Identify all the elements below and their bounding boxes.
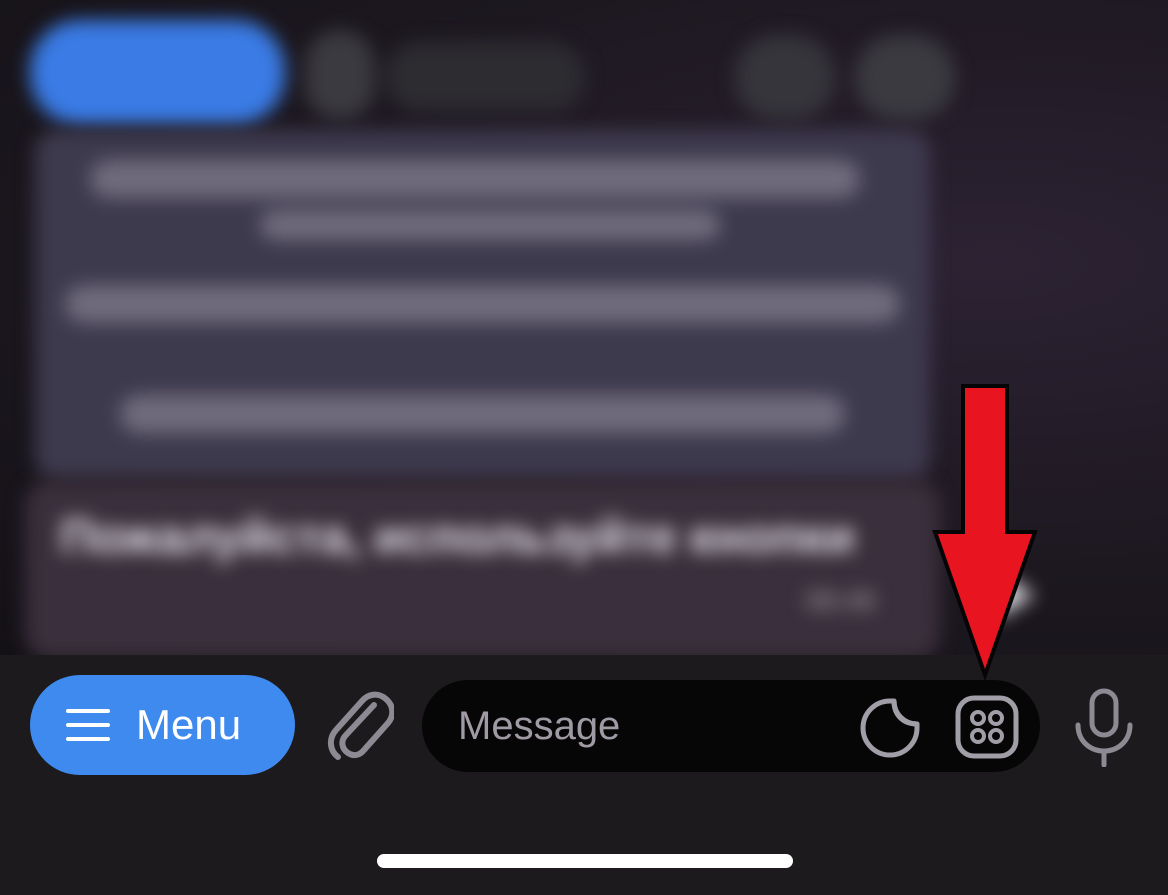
hamburger-icon <box>66 707 112 743</box>
microphone-icon[interactable] <box>1070 687 1138 767</box>
message-time: 08:48 <box>805 585 876 616</box>
inline-keyboard-button[interactable] <box>855 35 955 120</box>
paperclip-icon[interactable] <box>322 683 394 763</box>
home-indicator <box>377 854 793 868</box>
inline-keyboard-button[interactable] <box>385 42 585 112</box>
menu-button[interactable]: Menu <box>30 675 295 775</box>
message-field <box>422 680 1040 772</box>
inline-keyboard-button[interactable] <box>305 30 375 120</box>
inline-keyboard-row <box>25 20 955 125</box>
bot-keyboard-icon[interactable] <box>954 694 1020 760</box>
message-text: Пожалуйста, используйте кнопки <box>60 511 855 564</box>
sticker-icon[interactable] <box>859 697 921 759</box>
reply-keyboard-option[interactable] <box>90 160 860 198</box>
menu-button-label: Menu <box>136 701 242 748</box>
reply-keyboard-card <box>35 130 930 480</box>
red-down-arrow-icon <box>932 384 1038 680</box>
inline-keyboard-button-primary[interactable] <box>30 20 285 125</box>
reply-keyboard-option-cont <box>260 210 720 240</box>
inline-keyboard-button[interactable] <box>735 35 835 120</box>
message-input[interactable] <box>458 680 858 772</box>
reply-keyboard-option[interactable] <box>65 285 900 323</box>
input-bar: Menu <box>0 655 1168 895</box>
message-bubble <box>25 480 940 655</box>
reply-keyboard-option[interactable] <box>120 395 845 433</box>
